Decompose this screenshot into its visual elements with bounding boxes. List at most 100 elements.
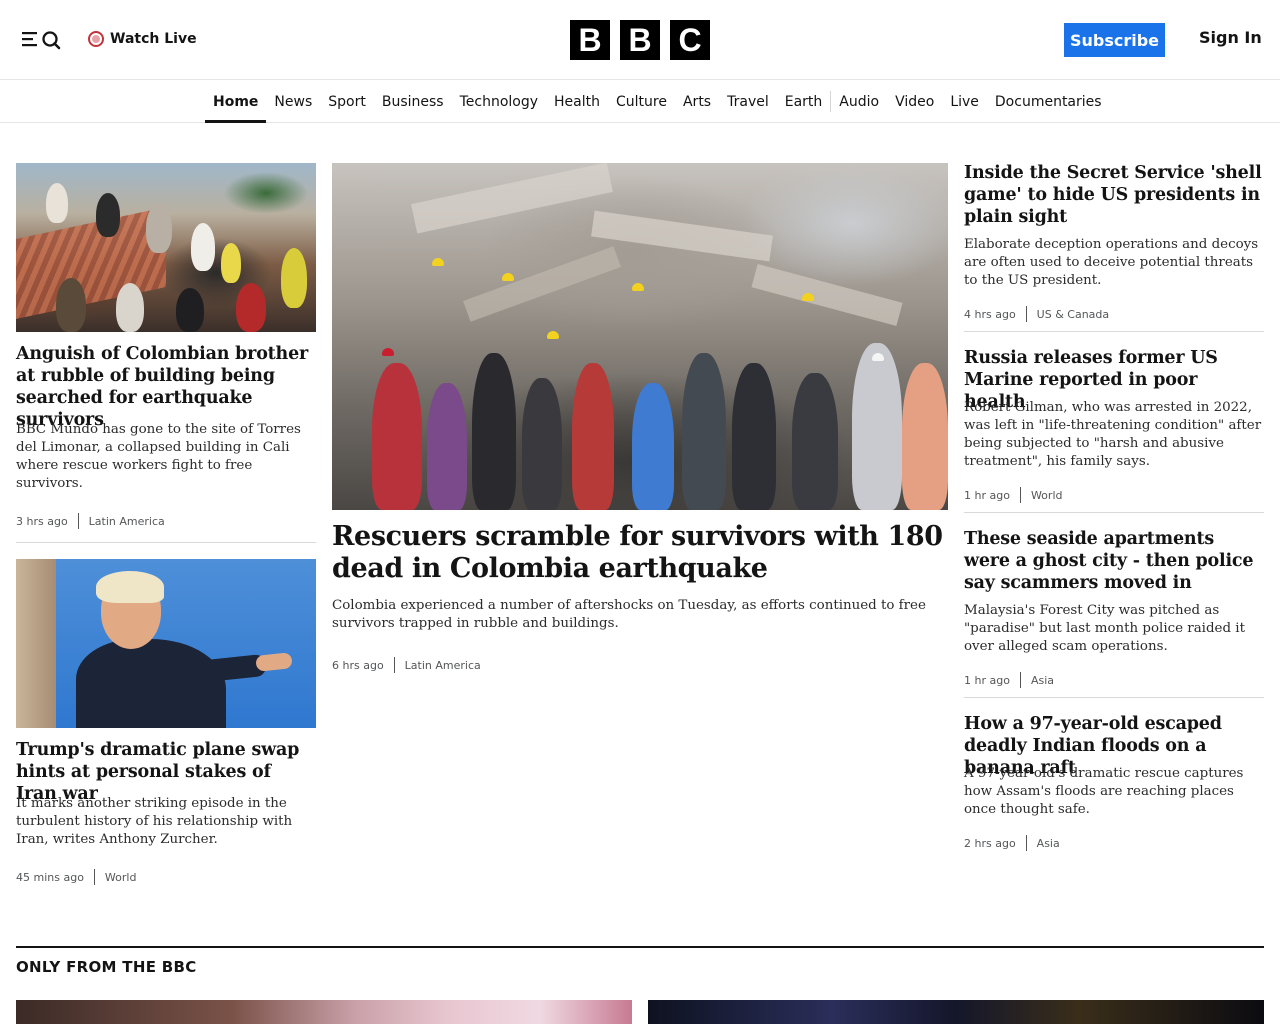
figure [96, 193, 120, 237]
story-image-rescue-rubble[interactable] [16, 163, 316, 332]
figure-suit [76, 639, 226, 728]
hard-hat [802, 293, 814, 301]
nav-item-technology[interactable]: Technology [452, 81, 546, 122]
sign-in-link[interactable]: Sign In [1199, 28, 1262, 47]
story-meta: 45 mins ago World [16, 869, 136, 885]
nav-item-business[interactable]: Business [374, 81, 452, 122]
story-meta: 2 hrs ago Asia [964, 835, 1060, 851]
story-summary: BBC Mundo has gone to the site of Torres… [16, 422, 301, 491]
subscribe-button[interactable]: Subscribe [1064, 23, 1165, 57]
rubble-slab [463, 246, 621, 322]
lead-story-image[interactable] [332, 163, 948, 510]
feature-image-right[interactable] [648, 1000, 1264, 1024]
meta-divider [93, 869, 95, 885]
story-image-trump[interactable] [16, 559, 316, 728]
figure [281, 248, 307, 308]
figure [427, 383, 467, 510]
story-category[interactable]: Asia [1031, 674, 1054, 687]
hard-hat [872, 353, 884, 361]
story-time: 1 hr ago [964, 673, 1010, 687]
figure-hand [255, 652, 293, 672]
meta-divider [1025, 835, 1027, 851]
figure [732, 363, 776, 510]
figure [372, 363, 422, 510]
nav-item-video[interactable]: Video [887, 81, 942, 122]
story-summary: It marks another striking episode in the… [16, 796, 293, 847]
hard-hat [547, 331, 559, 339]
story-headline[interactable]: These seaside apartments were a ghost ci… [964, 528, 1264, 594]
story-divider [16, 542, 316, 543]
story-category[interactable]: World [105, 871, 137, 884]
story-divider [964, 331, 1264, 332]
story-summary: Robert Gilman, who was arrested in 2022,… [964, 400, 1262, 469]
nav-item-audio[interactable]: Audio [831, 81, 887, 122]
figure-hair [96, 571, 164, 603]
site-header: Watch Live B B C Subscribe Sign In [0, 0, 1280, 80]
story-time: 4 hrs ago [964, 307, 1016, 321]
watch-live-label: Watch Live [110, 31, 197, 47]
story-time: 3 hrs ago [16, 514, 68, 528]
story-summary: Elaborate deception operations and decoy… [964, 237, 1259, 288]
hard-hat [632, 283, 644, 291]
main-nav: Home News Sport Business Technology Heal… [0, 81, 1280, 123]
figure [176, 288, 204, 332]
rubble-slab [751, 263, 903, 327]
meta-divider [1025, 306, 1027, 322]
figure [902, 363, 948, 510]
nav-item-home[interactable]: Home [205, 81, 267, 123]
menu-search-button[interactable] [20, 28, 62, 50]
nav-item-live[interactable]: Live [942, 81, 987, 122]
live-icon [88, 31, 104, 47]
figure [472, 353, 516, 510]
meta-divider [1019, 487, 1021, 503]
rubble-slab [591, 210, 773, 262]
story-summary: Malaysia's Forest City was pitched as "p… [964, 603, 1245, 654]
story-headline[interactable]: Inside the Secret Service 'shell game' t… [964, 162, 1264, 228]
meta-divider [393, 657, 395, 673]
figure [46, 183, 68, 223]
story-meta: 1 hr ago Asia [964, 672, 1054, 688]
nav-item-arts[interactable]: Arts [675, 81, 719, 122]
figure [792, 373, 838, 510]
figure [116, 283, 144, 332]
bbc-logo[interactable]: B B C [570, 20, 710, 60]
nav-item-sport[interactable]: Sport [320, 81, 374, 122]
nav-item-culture[interactable]: Culture [608, 81, 675, 122]
story-summary: A 97-year-old's dramatic rescue captures… [964, 766, 1244, 817]
logo-letter: B [570, 20, 610, 60]
figure [221, 243, 241, 283]
story-category[interactable]: Asia [1037, 837, 1060, 850]
story-meta: 4 hrs ago US & Canada [964, 306, 1109, 322]
story-category[interactable]: World [1031, 489, 1063, 502]
story-time: 45 mins ago [16, 870, 84, 884]
hard-hat [432, 258, 444, 266]
lead-story-summary: Colombia experienced a number of aftersh… [332, 598, 926, 631]
nav-item-earth[interactable]: Earth [777, 81, 831, 122]
nav-item-health[interactable]: Health [546, 81, 608, 122]
nav-item-documentaries[interactable]: Documentaries [987, 81, 1110, 122]
figure [852, 343, 902, 510]
story-time: 6 hrs ago [332, 658, 384, 672]
figure [632, 383, 674, 510]
figure [236, 283, 266, 332]
nav-item-news[interactable]: News [266, 81, 320, 122]
story-divider [964, 512, 1264, 513]
meta-divider [1019, 672, 1021, 688]
figure [522, 378, 562, 510]
feature-image-left[interactable] [16, 1000, 632, 1024]
lead-story-headline[interactable]: Rescuers scramble for survivors with 180… [332, 521, 948, 585]
section-title: ONLY FROM THE BBC [16, 958, 197, 976]
watch-live-link[interactable]: Watch Live [88, 28, 197, 50]
section-rule [16, 946, 1264, 948]
story-category[interactable]: Latin America [89, 515, 165, 528]
meta-divider [77, 513, 79, 529]
story-headline[interactable]: Anguish of Colombian brother at rubble o… [16, 343, 316, 431]
story-meta: 6 hrs ago Latin America [332, 657, 481, 673]
logo-letter: C [670, 20, 710, 60]
nav-item-travel[interactable]: Travel [719, 81, 777, 122]
rubble-slab [411, 163, 613, 234]
nav-list: Home News Sport Business Technology Heal… [205, 81, 1110, 123]
figure [682, 353, 726, 510]
story-category[interactable]: US & Canada [1037, 308, 1109, 321]
story-category[interactable]: Latin America [405, 659, 481, 672]
